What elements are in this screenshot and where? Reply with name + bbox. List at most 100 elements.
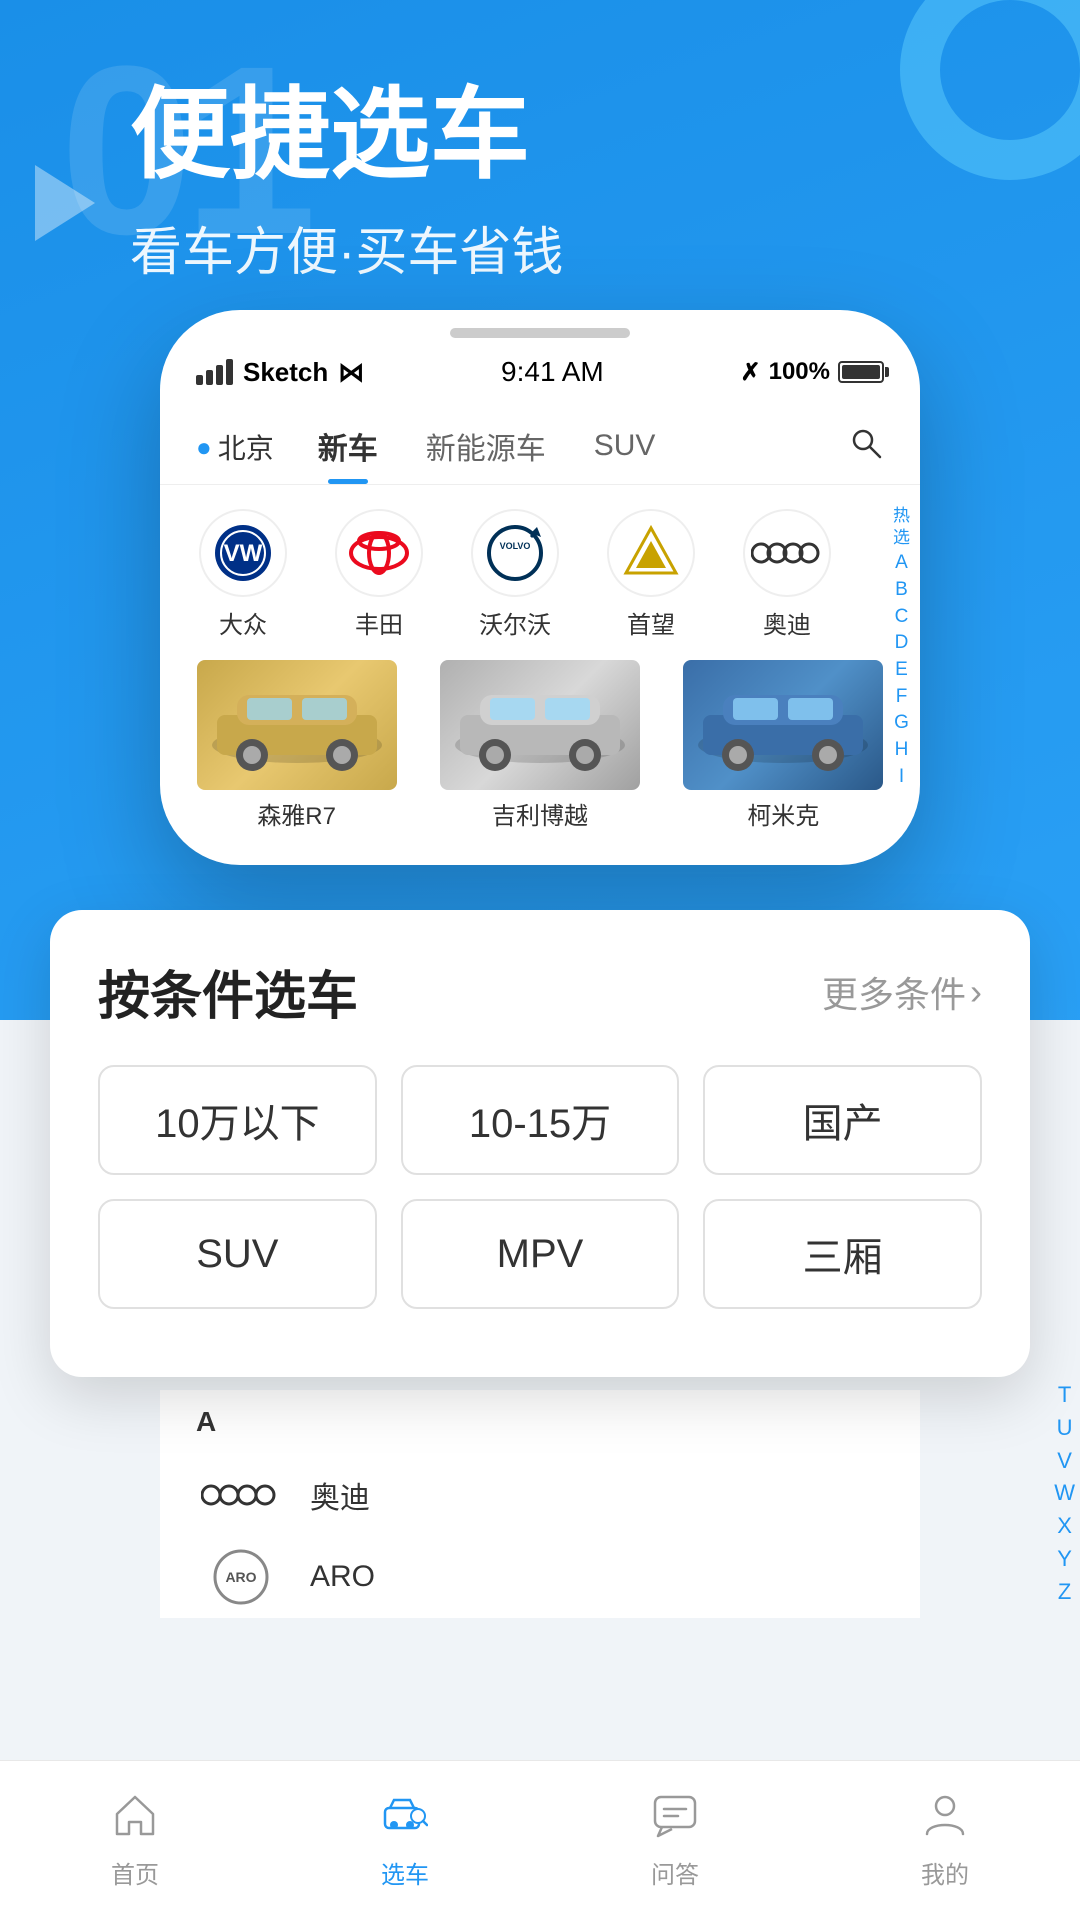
phone-notch — [450, 328, 630, 338]
signal-icon — [196, 359, 233, 385]
alpha-h[interactable]: H — [895, 738, 909, 763]
car-item-geely[interactable]: 吉利博越 — [423, 660, 656, 831]
svg-text:VW: VW — [224, 540, 263, 567]
car-item-kamiq[interactable]: 柯米克 — [667, 660, 900, 831]
filter-btn-domestic[interactable]: 国产 — [703, 1065, 982, 1175]
brand-name-audi: 奥迪 — [763, 605, 811, 640]
car-search-icon — [382, 1792, 428, 1849]
alpha-e[interactable]: E — [895, 658, 908, 683]
brand-item-audi[interactable]: 奥迪 — [724, 509, 850, 640]
brand-grid: VW 大众 丰田 — [160, 485, 870, 650]
tab-bar-mine-label: 我的 — [921, 1855, 969, 1890]
tab-new-energy[interactable]: 新能源车 — [402, 410, 570, 484]
filter-card-header: 按条件选车 更多条件 › — [98, 954, 982, 1029]
filter-btn-suv[interactable]: SUV — [98, 1199, 377, 1309]
list-brand-name-aro: ARO — [310, 1560, 375, 1594]
battery-icon — [838, 361, 884, 383]
filter-btn-mpv[interactable]: MPV — [401, 1199, 680, 1309]
brand-list-item-audi[interactable]: 奥迪 — [160, 1454, 880, 1536]
list-logo-audi — [196, 1470, 286, 1520]
alpha-w[interactable]: W — [1054, 1478, 1075, 1509]
filter-card: 按条件选车 更多条件 › 10万以下 10-15万 国产 SUV MPV 三厢 — [50, 910, 1030, 1377]
alpha-y[interactable]: Y — [1057, 1544, 1072, 1575]
person-icon — [922, 1792, 968, 1849]
location-label: 北京 — [218, 427, 274, 467]
filter-btn-under10[interactable]: 10万以下 — [98, 1065, 377, 1175]
status-left: Sketch ⋈ — [196, 357, 364, 388]
chevron-right-icon: › — [970, 971, 982, 1013]
brand-logo-toyota — [335, 509, 423, 597]
car-image-geely — [440, 660, 640, 790]
phone-mockup: Sketch ⋈ 9:41 AM ✗ 100% ● 北京 新车 新能源车 SUV — [160, 310, 920, 865]
status-time: 9:41 AM — [501, 356, 604, 388]
brand-item-vw[interactable]: VW 大众 — [180, 509, 306, 640]
home-icon — [112, 1792, 158, 1849]
brand-item-toyota[interactable]: 丰田 — [316, 509, 442, 640]
brand-logo-audi — [743, 509, 831, 597]
alphabet-sidebar[interactable]: 热选 A B C D E F G H I — [893, 505, 910, 789]
alphabet-sidebar-bottom[interactable]: T U V W X Y Z — [1049, 1370, 1080, 1618]
filter-more-button[interactable]: 更多条件 › — [822, 966, 982, 1018]
filter-btn-10-15[interactable]: 10-15万 — [401, 1065, 680, 1175]
page-title: 便捷选车 — [130, 80, 563, 190]
tab-bar-mine[interactable]: 我的 — [810, 1761, 1080, 1920]
alpha-hot[interactable]: 热选 — [893, 505, 910, 549]
brand-item-volvo[interactable]: VOLVO 沃尔沃 — [452, 509, 578, 640]
status-right: ✗ 100% — [741, 358, 885, 387]
tab-bar-select-car[interactable]: 选车 — [270, 1761, 540, 1920]
alpha-i[interactable]: I — [899, 765, 904, 790]
alpha-z[interactable]: Z — [1058, 1577, 1071, 1608]
car-name-geely: 吉利博越 — [492, 796, 588, 831]
location-pin-icon: ● — [196, 432, 212, 463]
tab-bar-home[interactable]: 首页 — [0, 1761, 270, 1920]
wifi-icon: ⋈ — [338, 357, 364, 388]
list-logo-aro: ARO — [196, 1552, 286, 1602]
filter-card-title: 按条件选车 — [98, 954, 358, 1029]
list-brand-name-audi: 奥迪 — [310, 1473, 370, 1517]
alpha-f[interactable]: F — [896, 685, 908, 710]
carrier-label: Sketch — [243, 357, 328, 388]
tab-bar-qa-label: 问答 — [651, 1855, 699, 1890]
status-bar: Sketch ⋈ 9:41 AM ✗ 100% — [160, 338, 920, 400]
tab-bar-home-label: 首页 — [111, 1855, 159, 1890]
brand-name-sw: 首望 — [627, 605, 675, 640]
alpha-x[interactable]: X — [1057, 1511, 1072, 1542]
brand-logo-vw: VW — [199, 509, 287, 597]
svg-text:VOLVO: VOLVO — [500, 541, 531, 551]
deco-arrow — [35, 165, 95, 241]
alpha-c[interactable]: C — [895, 605, 909, 630]
tab-bar-select-label: 选车 — [381, 1855, 429, 1890]
bluetooth-icon: ✗ — [741, 358, 761, 387]
alpha-b[interactable]: B — [895, 578, 908, 603]
alpha-u[interactable]: U — [1057, 1413, 1073, 1444]
car-name-senya: 森雅R7 — [257, 796, 336, 831]
page-subtitle: 看车方便·买车省钱 — [130, 210, 563, 285]
filter-row-2: SUV MPV 三厢 — [98, 1199, 982, 1309]
alpha-g[interactable]: G — [894, 711, 909, 736]
filter-row-1: 10万以下 10-15万 国产 — [98, 1065, 982, 1175]
car-image-senya — [197, 660, 397, 790]
alpha-t[interactable]: T — [1058, 1380, 1071, 1411]
tab-bar-qa[interactable]: 问答 — [540, 1761, 810, 1920]
brand-name-volvo: 沃尔沃 — [479, 605, 551, 640]
search-button[interactable] — [848, 425, 884, 469]
brand-name-vw: 大众 — [219, 605, 267, 640]
alpha-v[interactable]: V — [1057, 1446, 1072, 1477]
brand-item-sw[interactable]: 首望 — [588, 509, 714, 640]
filter-btn-sedan[interactable]: 三厢 — [703, 1199, 982, 1309]
tab-bar: 首页 选车 问答 — [0, 1760, 1080, 1920]
battery-percent: 100% — [769, 358, 830, 386]
car-grid: 森雅R7 吉利博越 — [160, 650, 920, 845]
tab-suv[interactable]: SUV — [570, 415, 680, 479]
tab-new-car[interactable]: 新车 — [294, 410, 402, 484]
location-selector[interactable]: ● 北京 — [196, 427, 274, 467]
brand-list-item-aro[interactable]: ARO ARO — [160, 1536, 880, 1618]
chat-icon — [652, 1792, 698, 1849]
header-section: 便捷选车 看车方便·买车省钱 — [130, 80, 563, 285]
car-item-senya[interactable]: 森雅R7 — [180, 660, 413, 831]
alpha-a[interactable]: A — [895, 551, 908, 576]
nav-tabs: ● 北京 新车 新能源车 SUV — [160, 400, 920, 485]
alpha-d[interactable]: D — [895, 631, 909, 656]
svg-text:ARO: ARO — [225, 1569, 256, 1585]
brand-name-toyota: 丰田 — [355, 605, 403, 640]
